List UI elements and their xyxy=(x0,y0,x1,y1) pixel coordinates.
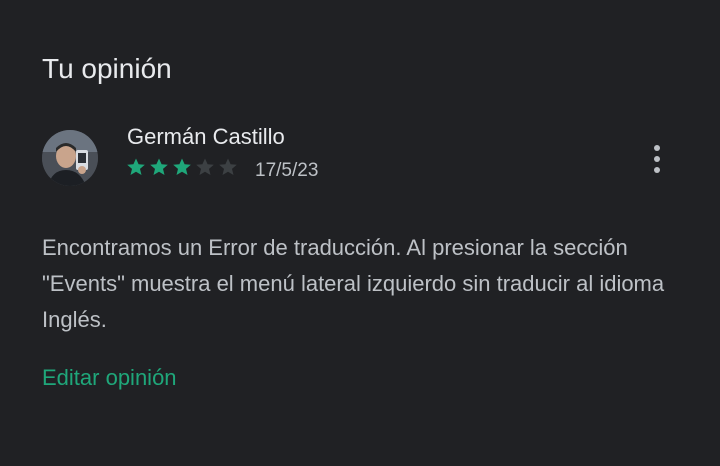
review-date: 17/5/23 xyxy=(255,160,319,181)
star-empty-icon xyxy=(219,158,237,175)
section-title: Tu opinión xyxy=(42,53,172,84)
star-filled-icon xyxy=(127,158,145,175)
review-text: Encontramos un Error de traducción. Al p… xyxy=(42,235,665,332)
review-author-name: Germán Castillo xyxy=(127,124,285,149)
more-vert-icon-dot xyxy=(654,145,660,151)
more-options-button[interactable] xyxy=(640,140,674,178)
star-empty-icon xyxy=(196,158,214,175)
more-vert-icon-dot xyxy=(654,167,660,173)
star-filled-icon xyxy=(150,158,168,175)
user-avatar-icon xyxy=(42,130,98,186)
review-rating-row: 17/5/23 xyxy=(126,154,319,181)
edit-review-link[interactable]: Editar opinión xyxy=(42,362,177,394)
star-filled-icon xyxy=(173,158,191,175)
more-vert-icon-dot xyxy=(654,156,660,162)
star-rating xyxy=(126,157,241,177)
